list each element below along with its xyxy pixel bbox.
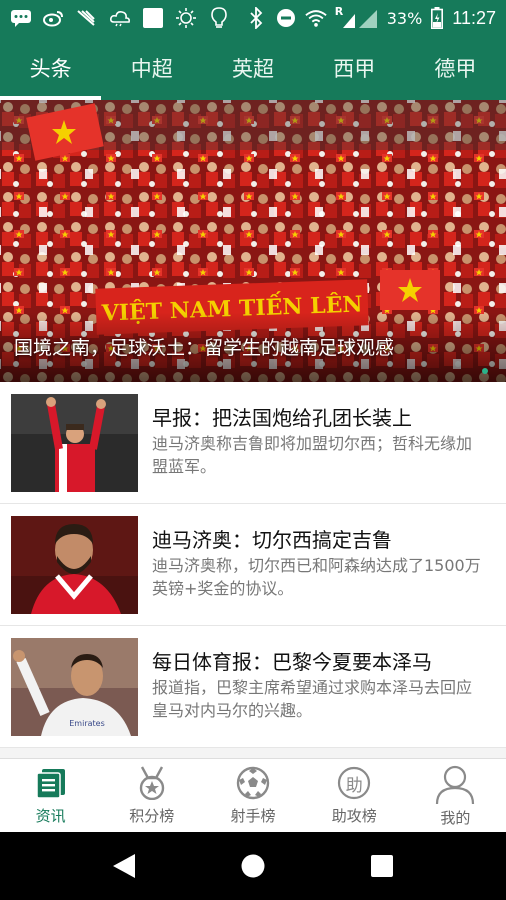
assist-glyph: 助: [345, 775, 363, 796]
nav-standings[interactable]: 积分榜: [101, 759, 202, 832]
status-bar: R 33% 11:27: [0, 0, 506, 36]
nav-label: 我的: [440, 809, 471, 827]
profile-icon: [434, 763, 476, 805]
nav-label: 积分榜: [129, 807, 175, 825]
soccer-ball-icon: [235, 765, 271, 801]
nav-news[interactable]: 资讯: [0, 759, 101, 832]
news-thumbnail: [11, 394, 138, 492]
tab-headlines[interactable]: 头条: [0, 36, 102, 100]
nav-scorers[interactable]: 射手榜: [202, 759, 303, 832]
carousel-indicator: [482, 368, 488, 374]
hero-banner[interactable]: VIỆT NAM TIẾN LÊN 国境之南，足球沃土：留学生的越南足球观感: [0, 100, 506, 382]
nav-profile[interactable]: 我的: [405, 759, 506, 832]
nav-label: 助攻榜: [331, 807, 377, 825]
recents-icon: [370, 855, 393, 877]
tab-bundesliga[interactable]: 德甲: [405, 36, 506, 100]
weibo-icon: [43, 8, 65, 28]
clock: 11:27: [452, 7, 496, 28]
wifi-icon: [305, 8, 327, 28]
news-icon: [33, 765, 69, 801]
svg-text:Emirates: Emirates: [69, 719, 105, 728]
medal-icon: [134, 765, 170, 801]
bulb-icon: [208, 7, 230, 28]
news-title: 每日体育报：巴黎今夏要本泽马: [152, 650, 432, 674]
back-icon: [113, 854, 136, 878]
signal-icon: R: [334, 5, 379, 28]
news-thumbnail: Emirates: [11, 638, 138, 736]
tab-premier-league[interactable]: 英超: [202, 36, 303, 100]
news-item[interactable]: 迪马济奥：切尔西搞定吉鲁 迪马济奥称，切尔西已和阿森纳达成了1500万英镑+奖金…: [0, 504, 506, 626]
news-item[interactable]: Emirates 每日体育报：巴黎今夏要本泽马 报道指，巴黎主席希望通过求购本泽…: [0, 626, 506, 748]
message-icon: [10, 8, 32, 28]
signal-label: R: [334, 5, 344, 18]
bluetooth-icon: [245, 7, 267, 29]
news-item[interactable]: 早报：把法国炮给孔团长装上 迪马济奥称吉鲁即将加盟切尔西；哲科无缘加盟蓝军。: [0, 382, 506, 504]
system-icons: R 33% 11:27: [245, 5, 496, 29]
news-title: 早报：把法国炮给孔团长装上: [152, 406, 412, 430]
news-thumbnail: [11, 516, 138, 614]
square-icon: [142, 8, 164, 28]
tab-csl[interactable]: 中超: [101, 36, 202, 100]
battery-icon: [430, 7, 444, 29]
tab-la-liga[interactable]: 西甲: [304, 36, 405, 100]
notification-icons: [10, 7, 230, 28]
back-button[interactable]: [104, 846, 144, 886]
bottom-navigation: 资讯 积分榜 射手榜 助 助攻榜 我的: [0, 758, 506, 832]
news-summary: 迪马济奥称，切尔西已和阿森纳达成了1500万英镑+奖金的协议。: [152, 556, 481, 598]
news-summary: 报道指，巴黎主席希望通过求购本泽马去回应皇马对内马尔的兴趣。: [152, 678, 473, 720]
category-tabs: 头条 中超 英超 西甲 德甲: [0, 36, 506, 100]
nav-assists[interactable]: 助 助攻榜: [304, 759, 405, 832]
home-button[interactable]: [233, 846, 273, 886]
news-summary: 迪马济奥称吉鲁即将加盟切尔西；哲科无缘加盟蓝军。: [152, 434, 473, 476]
news-title: 迪马济奥：切尔西搞定吉鲁: [152, 528, 392, 552]
battery-percent: 33%: [386, 8, 423, 28]
bird-icon: [76, 8, 98, 28]
dnd-icon: [275, 8, 297, 28]
system-navigation-bar: [0, 832, 506, 900]
news-list: 早报：把法国炮给孔团长装上 迪马济奥称吉鲁即将加盟切尔西；哲科无缘加盟蓝军。 迪…: [0, 382, 506, 748]
nav-label: 资讯: [35, 807, 66, 825]
home-icon: [241, 854, 265, 878]
cloud-icon: [109, 8, 131, 28]
recents-button[interactable]: [362, 846, 402, 886]
brightness-icon: [175, 8, 197, 28]
nav-label: 射手榜: [230, 807, 276, 825]
hero-caption: 国境之南，足球沃土：留学生的越南足球观感: [14, 337, 395, 359]
assist-icon: 助: [336, 765, 372, 801]
